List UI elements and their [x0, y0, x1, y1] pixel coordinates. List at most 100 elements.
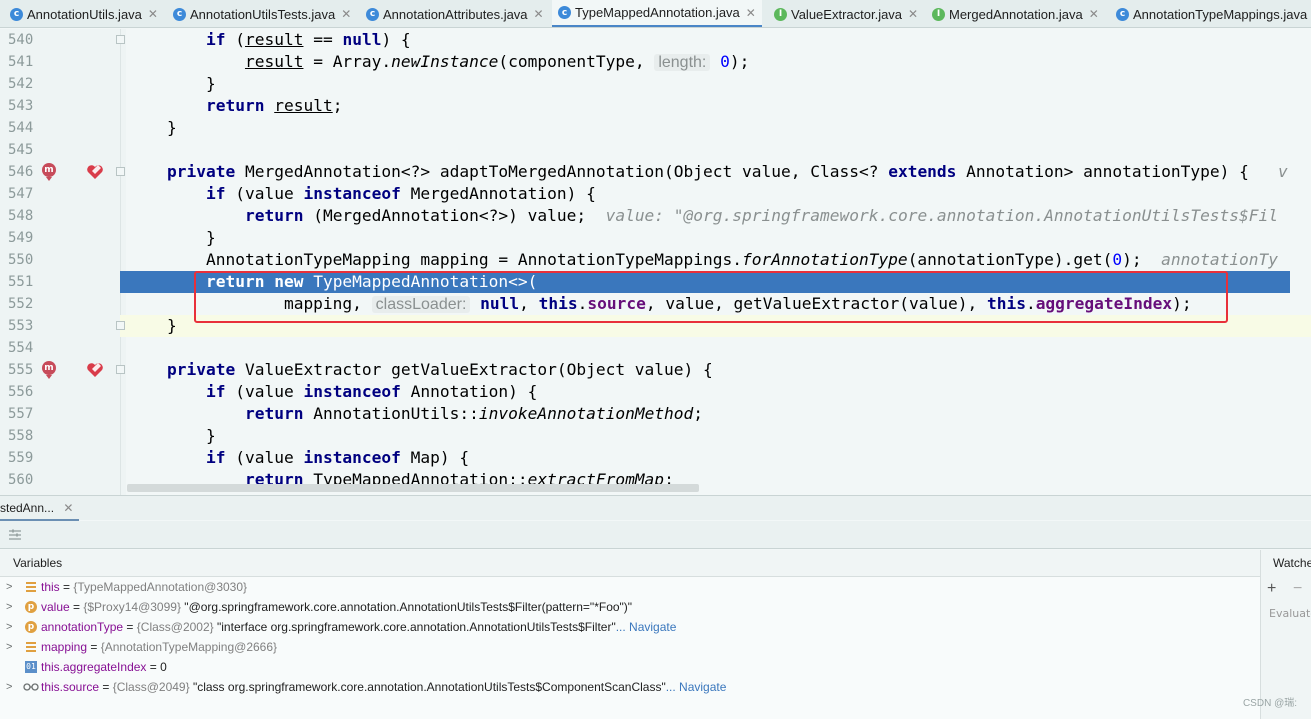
- remove-watch-button[interactable]: −: [1293, 580, 1302, 598]
- tab-annotation-attributes[interactable]: c AnnotationAttributes.java ✕: [366, 0, 544, 27]
- expand-arrow-icon[interactable]: >: [6, 577, 12, 597]
- param-hint-length: length:: [654, 54, 711, 71]
- close-icon[interactable]: ✕: [534, 7, 544, 21]
- add-watch-button[interactable]: +: [1267, 580, 1276, 598]
- variable-name: annotationType: [41, 620, 124, 634]
- variable-row[interactable]: > p annotationType = {Class@2002} "inter…: [0, 617, 1260, 637]
- code-text: private MergedAnnotation<?> adaptToMerge…: [167, 162, 1288, 181]
- code-line: 557 return AnnotationUtils::invokeAnnota…: [0, 403, 1311, 425]
- code-line: 543 return result;: [0, 95, 1311, 117]
- variable-type: {AnnotationTypeMapping@2666}: [100, 640, 278, 654]
- method-marker-icon[interactable]: m: [42, 163, 56, 181]
- line-number: 559: [8, 450, 34, 466]
- tab-label: AnnotationUtils.java: [27, 6, 142, 22]
- expand-arrow-icon[interactable]: >: [6, 637, 12, 657]
- code-text: return result;: [205, 96, 343, 115]
- navigate-link[interactable]: ... Navigate: [666, 680, 727, 694]
- fold-marker-icon[interactable]: [116, 321, 125, 330]
- code-text: }: [167, 74, 216, 93]
- code-line: 544 }: [0, 117, 1311, 139]
- code-text: }: [167, 316, 177, 335]
- variable-row[interactable]: > mapping = {AnnotationTypeMapping@2666}: [0, 637, 1260, 657]
- method-marker-icon[interactable]: m: [42, 361, 56, 379]
- fold-marker-icon[interactable]: [116, 365, 125, 374]
- close-icon[interactable]: ✕: [341, 7, 351, 21]
- close-icon[interactable]: ✕: [1089, 7, 1099, 21]
- interface-icon: I: [774, 7, 787, 21]
- tab-label: ValueExtractor.java: [791, 6, 903, 22]
- code-text: result = Array.newInstance(componentType…: [244, 52, 750, 71]
- tab-annotation-type-mappings[interactable]: c AnnotationTypeMappings.java: [1116, 0, 1308, 27]
- expand-arrow-icon[interactable]: >: [6, 597, 12, 617]
- override-breakpoint-icon[interactable]: [86, 362, 104, 378]
- code-line: 549 }: [0, 227, 1311, 249]
- variable-row[interactable]: > this.source = {Class@2049} "class org.…: [0, 677, 1260, 697]
- variable-name: this.source: [41, 680, 100, 694]
- close-icon[interactable]: ✕: [148, 7, 158, 21]
- code-text: return (MergedAnnotation<?>) value; valu…: [244, 206, 1279, 225]
- parameter-icon: p: [25, 621, 37, 633]
- line-number: 544: [8, 120, 34, 136]
- variable-equals: =: [87, 640, 101, 654]
- variables-tree[interactable]: > this = {TypeMappedAnnotation@3030} > p…: [0, 577, 1260, 719]
- code-line: 546 m private MergedAnnotation<?> adaptT…: [0, 161, 1311, 183]
- tab-label: AnnotationTypeMappings.java: [1133, 6, 1308, 22]
- debug-session-label: stedAnn...: [0, 501, 55, 515]
- variable-value: 0: [160, 660, 167, 674]
- tab-annotation-utils[interactable]: c AnnotationUtils.java ✕: [10, 0, 158, 27]
- variable-row[interactable]: > p value = {$Proxy14@3099} "@org.spring…: [0, 597, 1260, 617]
- code-text: }: [167, 426, 216, 445]
- tab-merged-annotation[interactable]: I MergedAnnotation.java ✕: [932, 0, 1099, 27]
- interface-icon: I: [932, 7, 945, 21]
- navigate-link[interactable]: ... Navigate: [616, 620, 677, 634]
- code-editor[interactable]: 540 if (result == null) { 541 result = A…: [0, 29, 1311, 495]
- close-icon[interactable]: ✕: [63, 501, 73, 515]
- variable-equals: =: [69, 600, 84, 614]
- variable-value: "interface org.springframework.core.anno…: [213, 620, 616, 634]
- watermark: CSDN @瑞:: [1242, 698, 1297, 709]
- tab-label: AnnotationAttributes.java: [383, 6, 528, 22]
- expand-arrow-icon[interactable]: >: [6, 617, 12, 637]
- close-icon[interactable]: ✕: [746, 6, 756, 20]
- code-line: 542 }: [0, 73, 1311, 95]
- variables-header: Variables: [0, 550, 1260, 577]
- variable-row[interactable]: > this = {TypeMappedAnnotation@3030}: [0, 577, 1260, 597]
- editor-tab-bar: c AnnotationUtils.java ✕ c AnnotationUti…: [0, 0, 1311, 28]
- fold-marker-icon[interactable]: [116, 35, 125, 44]
- evaluate-input[interactable]: Evaluate: [1269, 607, 1311, 620]
- class-icon: c: [366, 7, 379, 21]
- tab-label: TypeMappedAnnotation.java: [575, 5, 740, 20]
- variables-title: Variables: [13, 556, 63, 570]
- inline-debug-value: annotationTy: [1161, 250, 1279, 269]
- code-text: if (value instanceof Annotation) {: [205, 382, 538, 401]
- horizontal-scrollbar[interactable]: [127, 484, 699, 492]
- line-number: 560: [8, 472, 34, 488]
- fold-marker-icon[interactable]: [116, 167, 125, 176]
- variable-type: {TypeMappedAnnotation@3030}: [73, 580, 248, 594]
- line-number: 545: [8, 142, 34, 158]
- layout-settings-icon[interactable]: [8, 528, 22, 542]
- field-icon: [26, 582, 36, 592]
- close-icon[interactable]: ✕: [908, 7, 918, 21]
- code-line: 556 if (value instanceof Annotation) {: [0, 381, 1311, 403]
- tab-type-mapped-annotation[interactable]: c TypeMappedAnnotation.java ✕: [552, 0, 762, 27]
- class-icon: c: [558, 6, 571, 19]
- watch-icon: [23, 683, 39, 691]
- line-number: 549: [8, 230, 34, 246]
- variable-row[interactable]: 01 this.aggregateIndex = 0: [0, 657, 1260, 677]
- code-line: 554: [0, 337, 1311, 359]
- inline-debug-value: value: "@org.springframework.core.annota…: [605, 206, 1279, 225]
- expand-arrow-icon[interactable]: >: [6, 677, 12, 697]
- code-text: AnnotationTypeMapping mapping = Annotati…: [167, 250, 1279, 269]
- code-line: 545: [0, 139, 1311, 161]
- debug-session-tab[interactable]: stedAnn... ✕: [0, 496, 80, 521]
- code-line: 558 }: [0, 425, 1311, 447]
- class-icon: c: [10, 7, 23, 21]
- test-class-icon: c: [173, 7, 186, 21]
- tab-value-extractor[interactable]: I ValueExtractor.java ✕: [774, 0, 918, 27]
- override-breakpoint-icon[interactable]: [86, 164, 104, 180]
- line-number: 550: [8, 252, 34, 268]
- variable-equals: =: [99, 680, 113, 694]
- variable-name: mapping: [41, 640, 88, 654]
- tab-annotation-utils-tests[interactable]: c AnnotationUtilsTests.java ✕: [173, 0, 351, 27]
